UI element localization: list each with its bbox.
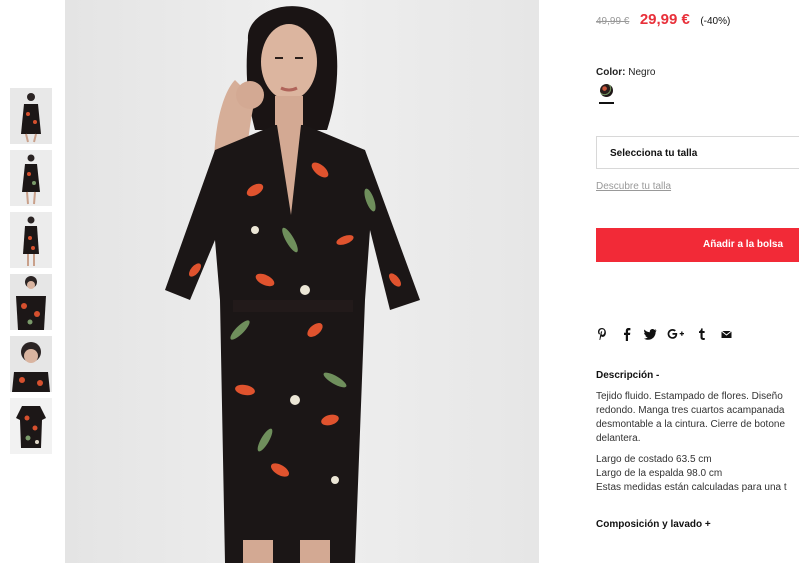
sale-price: 29,99 € <box>639 11 690 28</box>
measure-item: Estas medidas están calculadas para una … <box>596 482 787 493</box>
pinterest-icon[interactable] <box>597 327 607 341</box>
old-price: 49,99 € <box>596 16 630 27</box>
color-label-title: Color: <box>596 67 626 78</box>
selected-swatch-indicator <box>599 102 614 104</box>
thumbnail-6[interactable] <box>10 398 52 454</box>
description-title[interactable]: Descripción - <box>596 370 659 381</box>
description-text: Tejido fluido. Estampado de flores. Dise… <box>596 391 786 444</box>
tumblr-icon[interactable] <box>698 327 706 341</box>
color-value: Negro <box>628 67 656 78</box>
add-to-bag-button[interactable]: Añadir a la bolsa <box>596 228 799 262</box>
email-icon[interactable] <box>721 327 732 341</box>
discount-badge: (-40%) <box>700 16 731 27</box>
product-info-panel: 49,99 € 29,99 € (-40%) Color: Negro Sele… <box>596 0 799 563</box>
size-guide-link[interactable]: Descubre tu talla <box>596 181 671 192</box>
price-row: 49,99 € 29,99 € (-40%) <box>596 11 730 29</box>
composition-toggle[interactable]: Composición y lavado + <box>596 519 711 530</box>
twitter-icon[interactable] <box>644 327 657 341</box>
google-plus-icon[interactable] <box>667 327 685 341</box>
add-to-bag-label: Añadir a la bolsa <box>703 239 784 250</box>
measure-item: Largo de la espalda 98.0 cm <box>596 468 723 479</box>
size-select-label: Selecciona tu talla <box>610 148 698 159</box>
size-select[interactable]: Selecciona tu talla <box>596 136 799 169</box>
product-main-image[interactable] <box>65 0 539 563</box>
thumbnail-1[interactable] <box>10 88 52 144</box>
measures-list: Largo de costado 63.5 cm Largo de la esp… <box>596 453 799 495</box>
color-swatch-negro[interactable] <box>600 84 613 97</box>
thumbnail-4[interactable] <box>10 274 52 330</box>
thumbnail-2[interactable] <box>10 150 52 206</box>
thumbnail-5[interactable] <box>10 336 52 392</box>
color-label: Color: Negro <box>596 67 655 78</box>
thumbnail-3[interactable] <box>10 212 52 268</box>
facebook-icon[interactable] <box>623 327 631 341</box>
measure-item: Largo de costado 63.5 cm <box>596 454 712 465</box>
